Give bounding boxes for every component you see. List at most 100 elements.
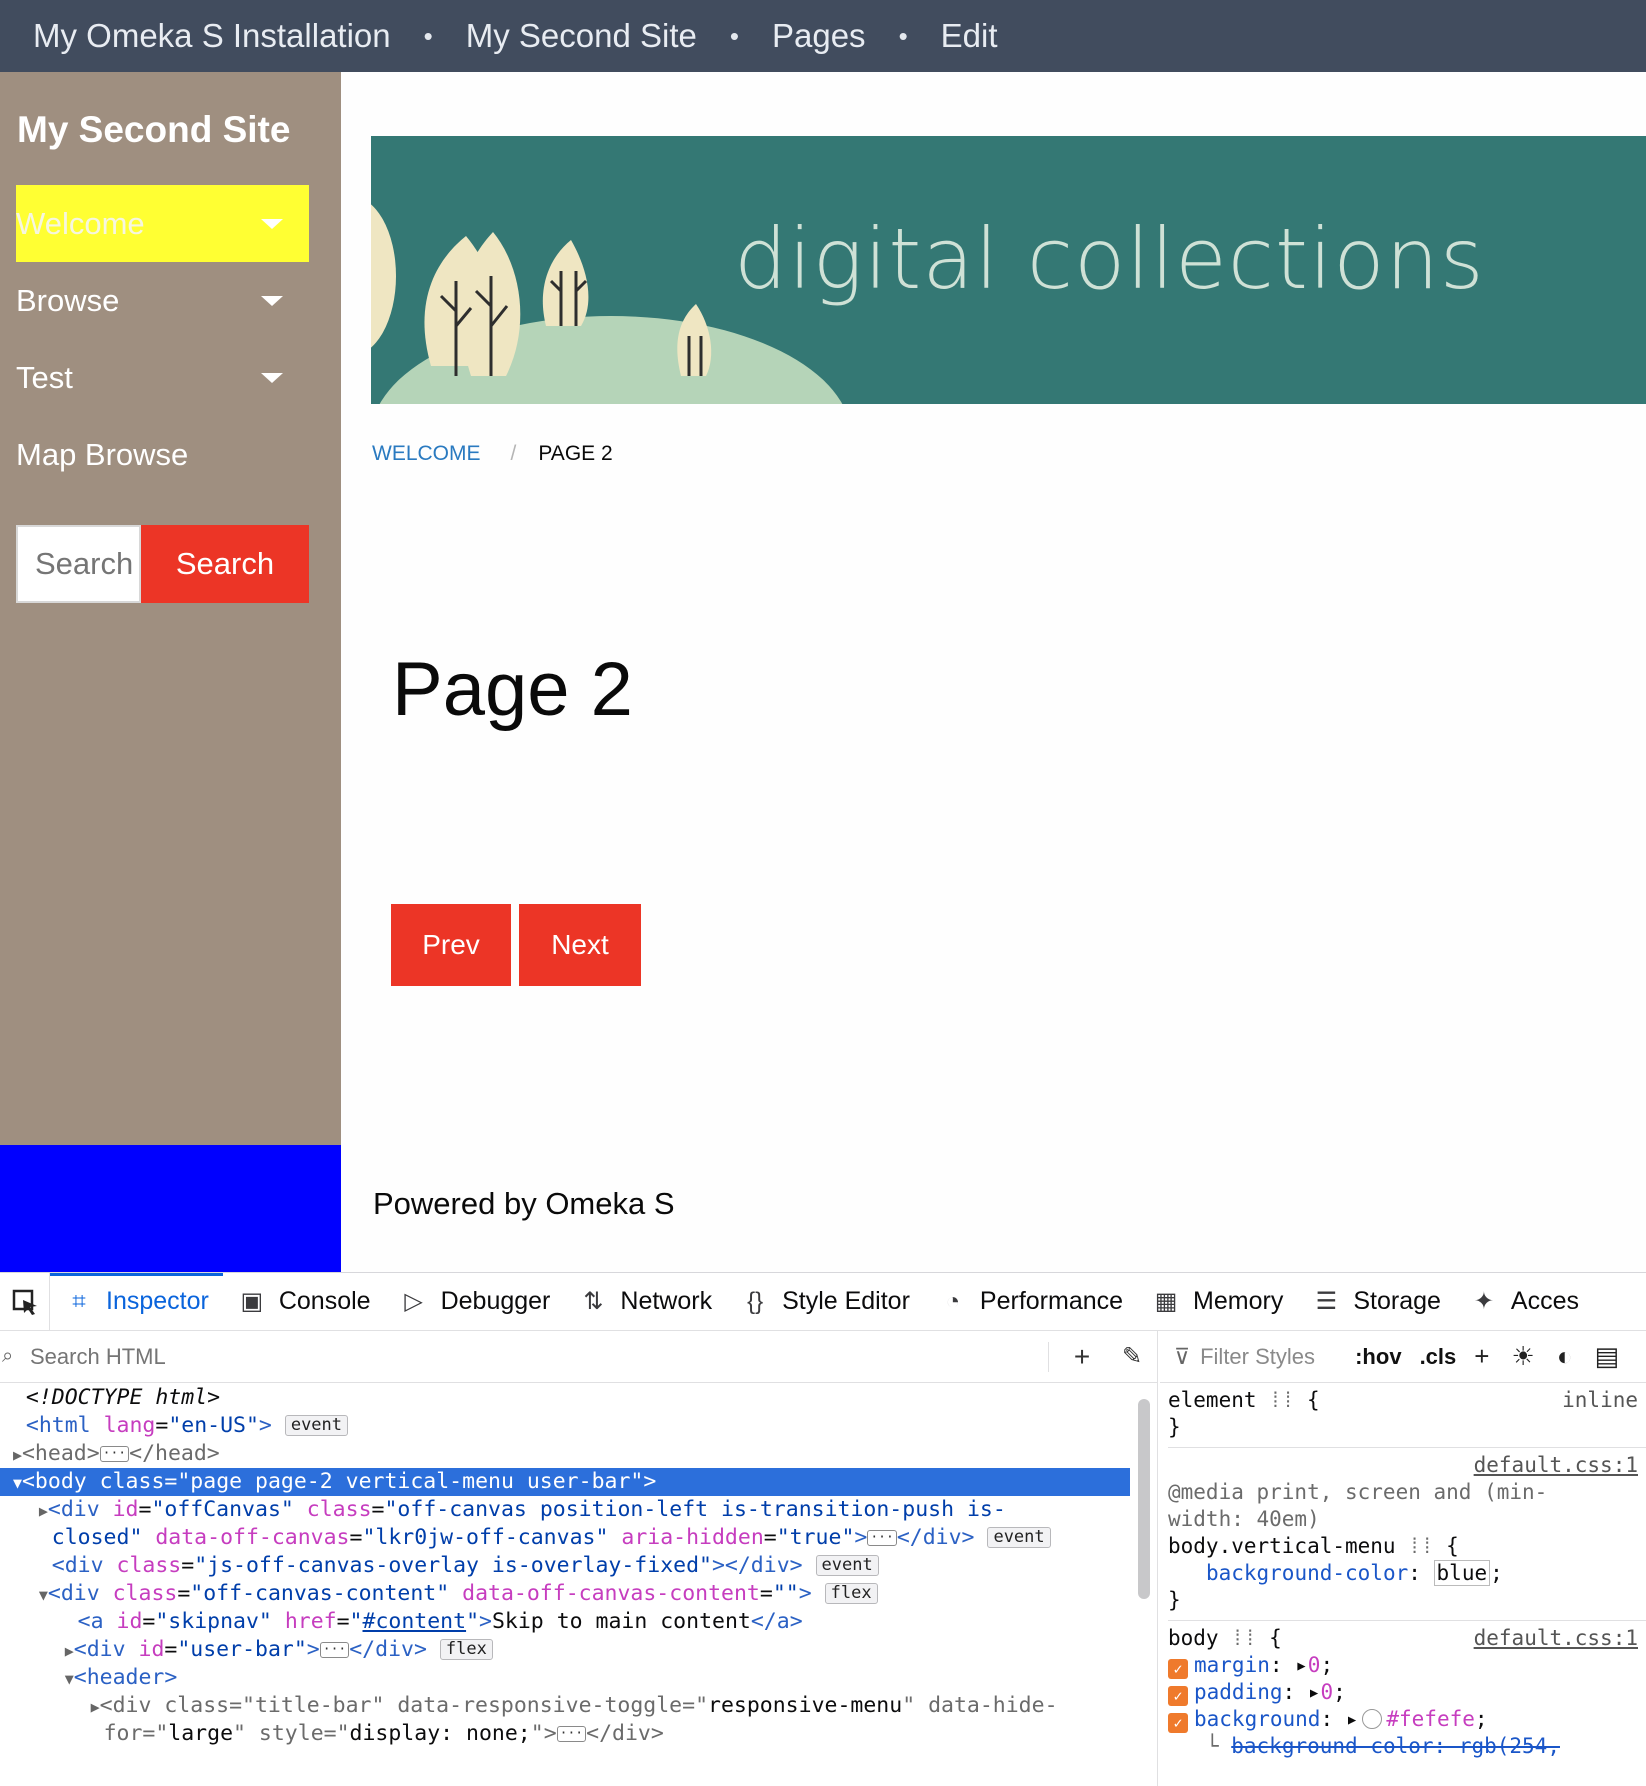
devtools-tab-performance[interactable]: ◔ Performance	[924, 1273, 1137, 1331]
accessibility-icon: ✦	[1473, 1287, 1494, 1315]
devtools-tab-label: Style Editor	[782, 1287, 910, 1315]
cls-toggle[interactable]: .cls	[1420, 1344, 1457, 1370]
flex-badge[interactable]: flex	[824, 1583, 878, 1604]
markup-scrollbar[interactable]	[1138, 1399, 1150, 1599]
devtools-tab-label: Acces	[1510, 1287, 1579, 1315]
body-prop-background[interactable]: background	[1194, 1707, 1320, 1731]
breadcrumb-current: Page 2	[538, 442, 613, 465]
eyedropper-icon[interactable]: ✎	[1107, 1337, 1157, 1377]
next-button[interactable]: Next	[519, 904, 641, 986]
user-bar-separator: •	[729, 20, 739, 51]
sidebar: My Second Site Welcome Browse Test Map B…	[0, 72, 341, 1145]
user-bar-installation-link[interactable]: My Omeka S Installation	[33, 17, 391, 55]
rule-selector: body.vertical-menu	[1168, 1534, 1396, 1558]
nav-item-map-browse[interactable]: Map Browse	[16, 416, 309, 493]
chevron-down-icon[interactable]	[261, 219, 283, 229]
toolbar-divider	[1048, 1341, 1049, 1372]
event-badge[interactable]: event	[815, 1555, 879, 1576]
chevron-down-icon[interactable]	[261, 373, 283, 383]
body-prop-padding[interactable]: padding	[1194, 1680, 1283, 1704]
prev-button[interactable]: Prev	[391, 904, 511, 986]
checkbox-icon[interactable]: ✓	[1168, 1686, 1188, 1706]
inspector-icon: ⌗	[72, 1287, 86, 1315]
add-rule-icon[interactable]: +	[1474, 1341, 1489, 1372]
grid-icon: ⁞⁞	[1408, 1534, 1434, 1558]
devtools-tabbar: ⌗ Inspector ▣ Console ▷ Debugger ⇅ Network {} Sty…	[0, 1272, 1646, 1331]
filter-styles-input[interactable]: Filter Styles	[1190, 1344, 1355, 1370]
devtools-tab-debugger[interactable]: ▷ Debugger	[385, 1273, 565, 1331]
debugger-icon: ▷	[404, 1287, 423, 1315]
rule-source-link[interactable]: default.css:1	[1474, 1625, 1638, 1652]
body-val-background[interactable]: #fefefe	[1386, 1707, 1475, 1731]
dark-theme-icon[interactable]: ◐	[1557, 1341, 1573, 1372]
devtools-tab-label: Performance	[979, 1287, 1124, 1315]
devtools-tab-inspector[interactable]: ⌗ Inspector	[50, 1272, 223, 1331]
tree-node-body[interactable]: ▼<body class="page page-2 vertical-menu …	[0, 1468, 1130, 1496]
nav-item-welcome[interactable]: Welcome	[16, 185, 309, 262]
user-bar-edit-link[interactable]: Edit	[941, 17, 998, 55]
nav-item-test[interactable]: Test	[16, 339, 309, 416]
light-theme-icon[interactable]: ☀	[1511, 1341, 1534, 1372]
devtools-panel: ⌗ Inspector ▣ Console ▷ Debugger ⇅ Network {} Sty…	[0, 1272, 1646, 1786]
search-html-input[interactable]	[0, 1336, 1048, 1377]
tree-node-header[interactable]: ▼<header>	[0, 1664, 1130, 1692]
flex-badge[interactable]: flex	[439, 1639, 493, 1660]
nav-item-browse[interactable]: Browse	[16, 262, 309, 339]
site-banner: digital collections	[371, 136, 1646, 404]
rule-media: default.css:1 @media print, screen and (…	[1168, 1448, 1646, 1621]
nav-item-label: Map Browse	[16, 436, 189, 472]
breadcrumb-parent-link[interactable]: Welcome	[372, 442, 481, 466]
element-selector: element	[1168, 1388, 1257, 1412]
tree-node-offcanvas[interactable]: ▶<div id="offCanvas" class="off-canvas p…	[0, 1496, 1130, 1524]
search-button[interactable]: Search	[141, 525, 309, 603]
tree-node-overlay[interactable]: <div class="js-off-canvas-overlay is-ove…	[0, 1552, 1130, 1580]
devtools-tab-console[interactable]: ▣ Console	[223, 1273, 385, 1331]
devtools-tab-label: Debugger	[440, 1287, 551, 1315]
markup-view: ⌕ + ✎ <!DOCTYPE html> <html lang="en-US"…	[0, 1331, 1158, 1786]
devtools-tab-label: Network	[620, 1287, 713, 1315]
rule-source-link[interactable]: default.css:1	[1474, 1452, 1638, 1479]
tree-node-head[interactable]: ▶<head> ··· </head>	[0, 1440, 1130, 1468]
event-badge[interactable]: event	[987, 1527, 1051, 1548]
tree-node-doctype[interactable]: <!DOCTYPE html>	[0, 1384, 1130, 1412]
user-bar-pages-link[interactable]: Pages	[772, 17, 866, 55]
devtools-tab-storage[interactable]: ☰ Storage	[1297, 1273, 1455, 1331]
nav-item-label: Welcome	[16, 205, 145, 241]
devtools-tab-network[interactable]: ⇅ Network	[564, 1273, 726, 1331]
devtools-tab-style-editor[interactable]: {} Style Editor	[726, 1273, 924, 1331]
tree-node-html[interactable]: <html lang="en-US"> event	[0, 1412, 1130, 1440]
tree-node-title-bar[interactable]: ▶<div class="title-bar" data-responsive-…	[0, 1692, 1130, 1720]
element-picker-icon[interactable]	[0, 1272, 50, 1331]
rule-element: element ⁞⁞ {inline }	[1168, 1383, 1646, 1448]
checkbox-icon[interactable]: ✓	[1168, 1659, 1188, 1679]
site-title[interactable]: My Second Site	[17, 109, 290, 151]
devtools-tab-memory[interactable]: ▦ Memory	[1137, 1273, 1297, 1331]
rule-body: body ⁞⁞ {default.css:1 ✓ margin: ▸0; ✓ pad…	[1168, 1625, 1638, 1758]
markup-toolbar: ⌕ + ✎	[0, 1331, 1157, 1383]
body-selector: body	[1168, 1626, 1219, 1650]
chevron-down-icon[interactable]	[261, 296, 283, 306]
search-input[interactable]	[16, 525, 141, 603]
body-val-margin[interactable]: 0	[1308, 1653, 1321, 1677]
body-val-padding[interactable]: 0	[1320, 1680, 1333, 1704]
performance-icon: ◔	[945, 1287, 961, 1315]
add-node-icon[interactable]: +	[1057, 1337, 1107, 1377]
devtools-tab-acces[interactable]: ✦ Acces	[1455, 1273, 1593, 1331]
tree-node-user-bar[interactable]: ▶<div id="user-bar"> ··· </div> flex	[0, 1636, 1130, 1664]
rule-property[interactable]: background-color	[1206, 1561, 1408, 1585]
memory-icon: ▦	[1154, 1287, 1178, 1315]
user-bar-separator: •	[898, 20, 908, 51]
color-swatch-icon[interactable]	[1362, 1709, 1383, 1729]
event-badge[interactable]: event	[284, 1415, 349, 1436]
devtools-tab-label: Inspector	[106, 1287, 209, 1315]
print-icon[interactable]: ▤	[1594, 1341, 1619, 1372]
tree-node-skipnav[interactable]: <a id="skipnav" href="#content">Skip to …	[0, 1608, 1130, 1636]
rule-value[interactable]: blue	[1433, 1560, 1491, 1586]
devtools-tab-label: Storage	[1353, 1287, 1441, 1315]
media-query: @media print, screen and (min-width: 40e…	[1168, 1480, 1548, 1531]
tree-node-offcanvas-content[interactable]: ▼<div class="off-canvas-content" data-of…	[0, 1580, 1130, 1608]
user-bar-site-link[interactable]: My Second Site	[466, 17, 697, 55]
checkbox-icon[interactable]: ✓	[1168, 1713, 1188, 1733]
hov-toggle[interactable]: :hov	[1355, 1344, 1401, 1370]
body-prop-margin[interactable]: margin	[1194, 1653, 1270, 1677]
